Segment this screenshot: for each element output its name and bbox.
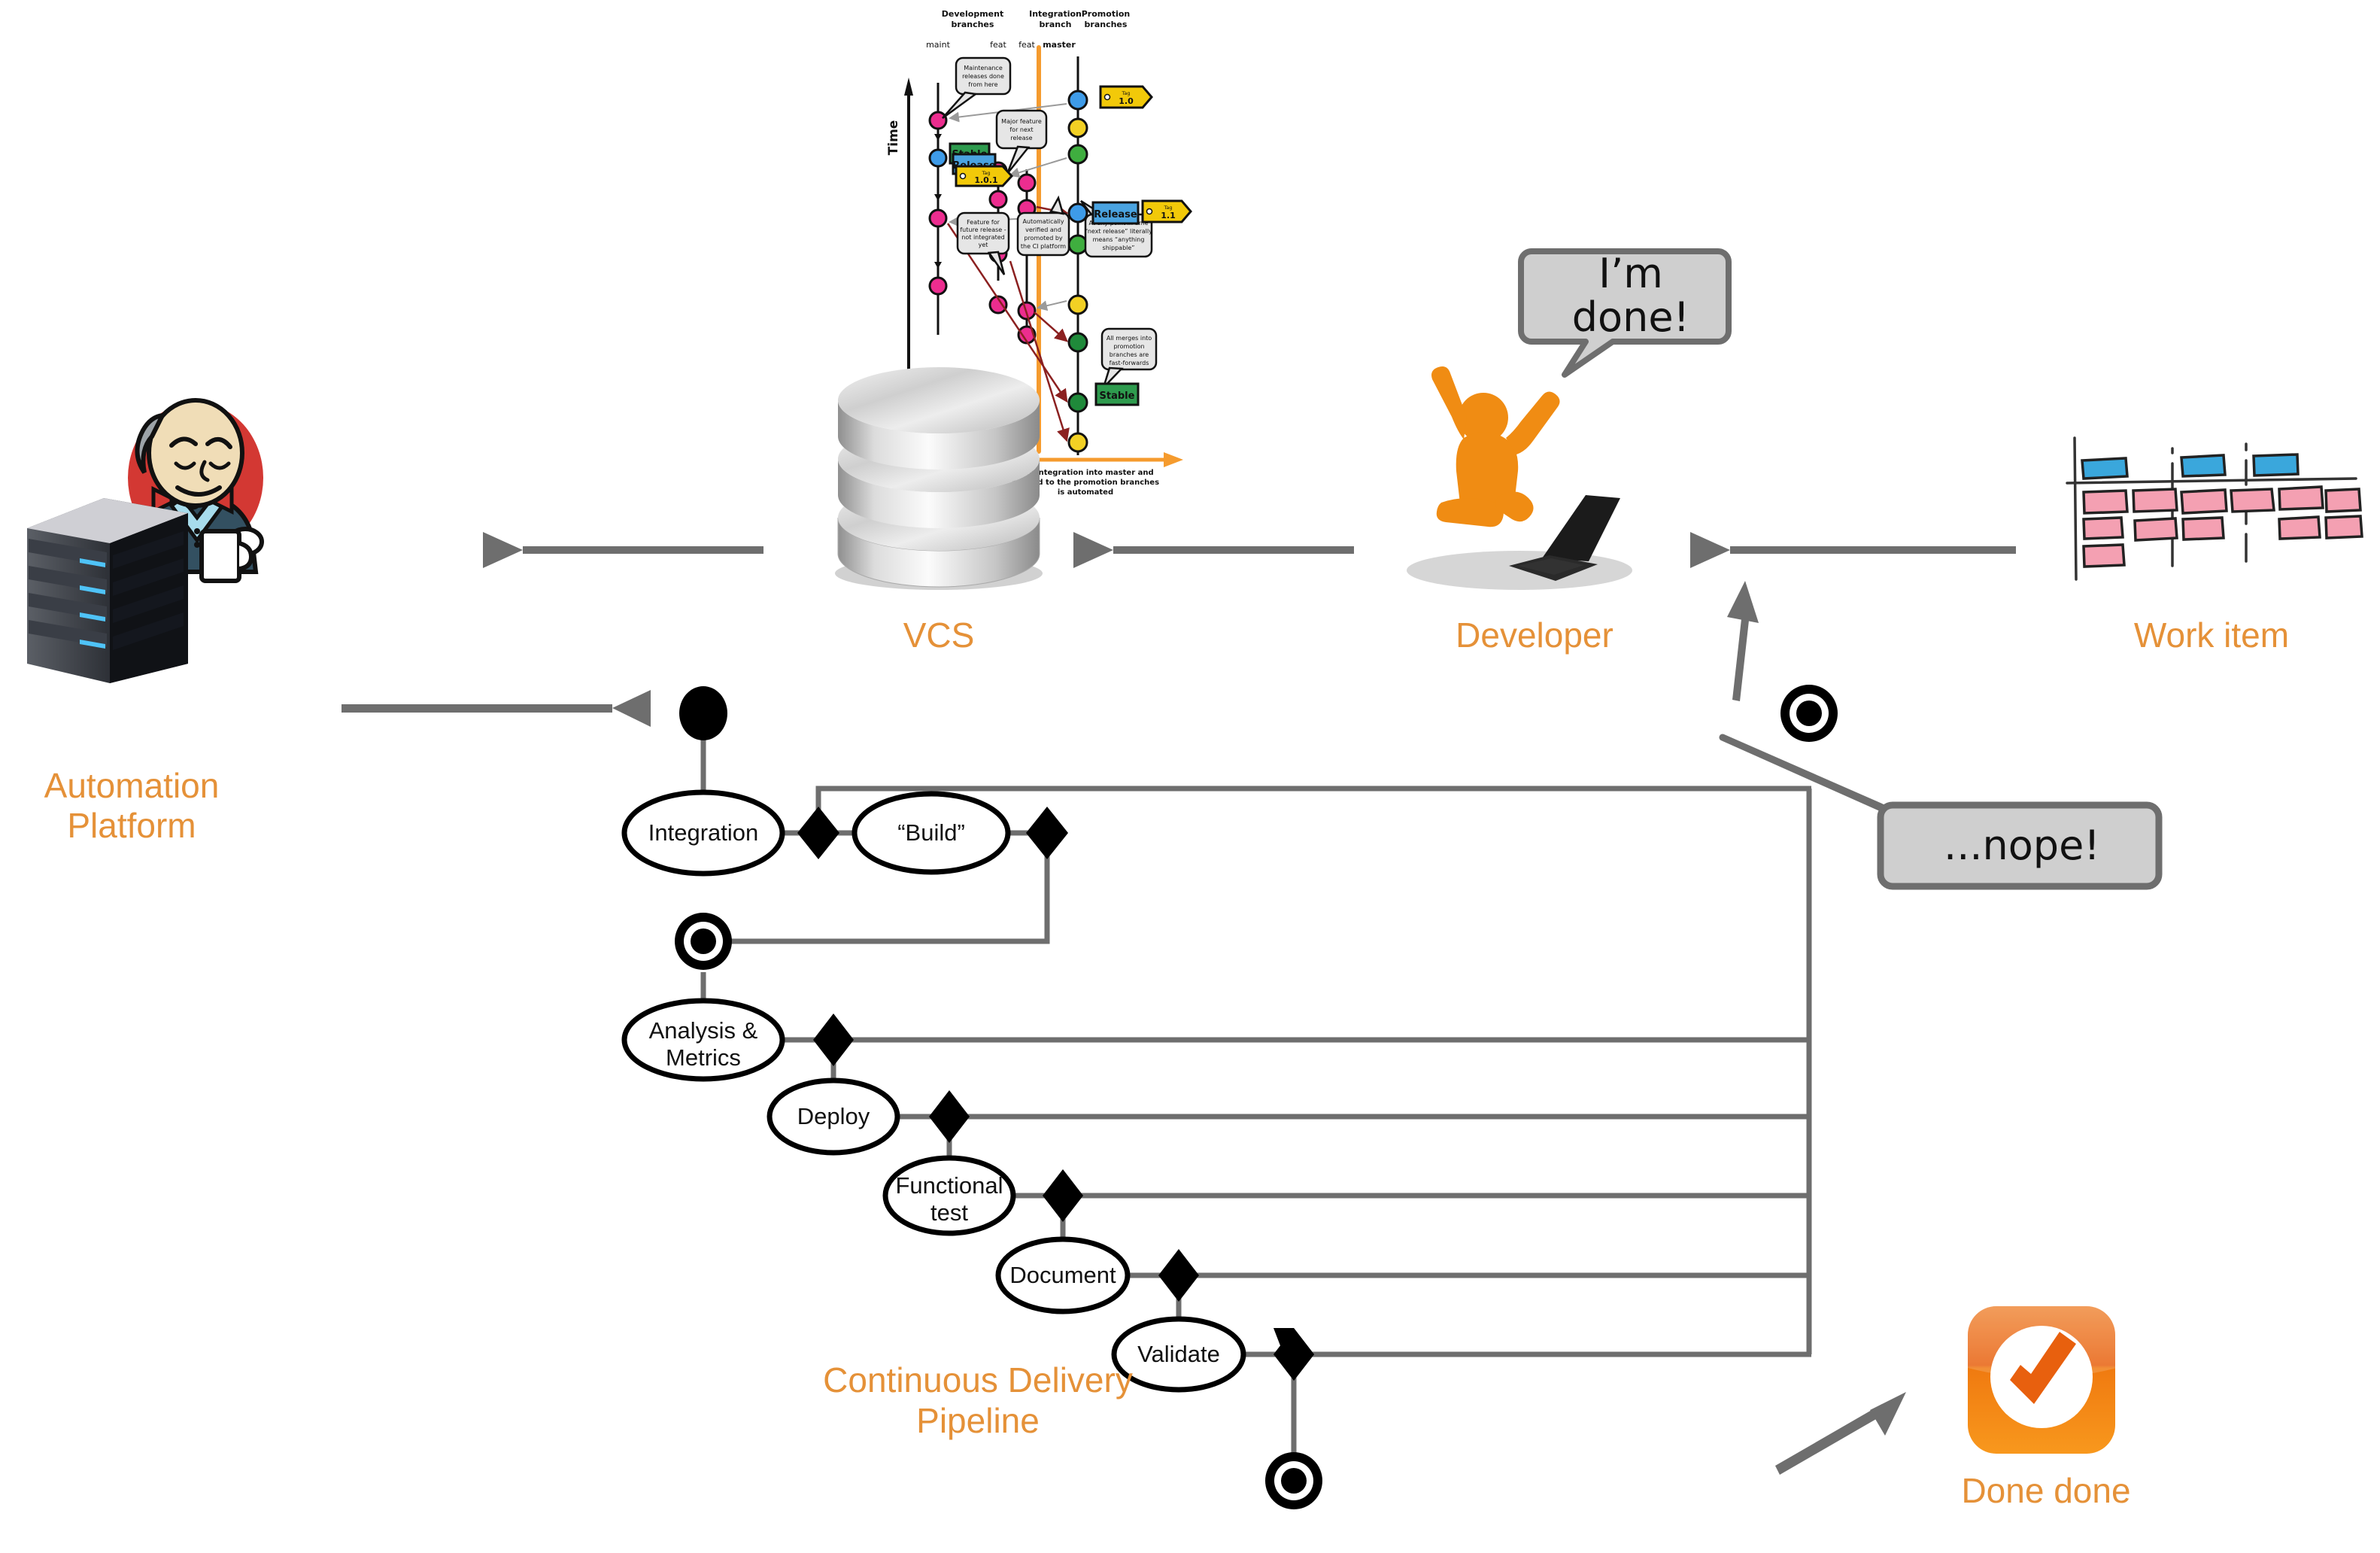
svg-text:maint: maint bbox=[926, 40, 950, 50]
callout-maintenance: Maintenance releases done from here bbox=[942, 56, 1012, 120]
svg-text:feat: feat bbox=[1018, 40, 1035, 50]
svg-text:All merges into: All merges into bbox=[1107, 335, 1152, 342]
svg-text:Feature for: Feature for bbox=[967, 219, 1000, 226]
arrow-vcs-to-automation bbox=[483, 532, 763, 568]
svg-text:Promotion: Promotion bbox=[1082, 9, 1130, 19]
svg-text:test: test bbox=[930, 1199, 968, 1226]
svg-text:from here: from here bbox=[968, 81, 997, 88]
nope-bubble-text: ...nope! bbox=[1944, 822, 2100, 869]
callout-fast-forward: All merges into promotion branches are f… bbox=[1100, 327, 1158, 388]
stage-label: Document bbox=[1009, 1262, 1116, 1288]
pipeline-caption: Continuous Delivery Pipeline bbox=[767, 1321, 1188, 1441]
svg-text:branches: branches bbox=[1085, 20, 1128, 29]
nope-bubble: ...nope! bbox=[1719, 722, 2174, 895]
bubble-line-1: I’m bbox=[1598, 250, 1663, 297]
svg-text:Analysis &: Analysis & bbox=[649, 1017, 758, 1044]
stage-build: “Build” bbox=[852, 791, 1011, 875]
svg-text:release: release bbox=[1010, 135, 1032, 141]
bubble-line-2: done! bbox=[1572, 293, 1689, 341]
svg-text:1.0: 1.0 bbox=[1119, 96, 1134, 106]
stage-functional-test: Functional test bbox=[882, 1155, 1016, 1236]
diagram-canvas: Time Development branches Integration br… bbox=[0, 0, 2380, 1553]
svg-text:“next release” literally: “next release” literally bbox=[1085, 228, 1152, 235]
svg-text:the CI platform: the CI platform bbox=[1021, 243, 1066, 250]
svg-text:is automated: is automated bbox=[1058, 488, 1113, 497]
pipeline-stages: Integration “Build” Analysis & Metrics D… bbox=[621, 789, 1246, 1393]
svg-text:releases done: releases done bbox=[962, 73, 1004, 80]
pipeline-initial-node bbox=[679, 686, 727, 740]
work-item-label: Work item bbox=[2133, 615, 2290, 655]
svg-text:Integration: Integration bbox=[1029, 9, 1082, 19]
svg-text:1.0.1: 1.0.1 bbox=[974, 175, 997, 185]
pipeline-caption-line1: Continuous Delivery Pipeline bbox=[823, 1360, 1133, 1440]
svg-text:branches are: branches are bbox=[1110, 351, 1149, 358]
svg-text:means “anything: means “anything bbox=[1093, 236, 1145, 243]
svg-text:branches: branches bbox=[952, 20, 994, 29]
stage-integration: Integration bbox=[621, 789, 785, 877]
stage-label: Deploy bbox=[797, 1103, 870, 1129]
automation-platform-icon bbox=[8, 372, 331, 688]
svg-text:Functional: Functional bbox=[895, 1172, 1003, 1199]
stage-label: Integration bbox=[648, 819, 759, 846]
tag-1-1: Tag 1.1 bbox=[1141, 199, 1192, 223]
svg-text:Major feature: Major feature bbox=[1001, 118, 1042, 125]
callout-future-feature: Feature for future release - not integra… bbox=[956, 211, 1010, 275]
server-rack-icon bbox=[27, 498, 188, 683]
svg-text:verified and: verified and bbox=[1025, 226, 1061, 233]
done-done-label: Done done bbox=[1961, 1471, 2131, 1510]
svg-text:shippable”: shippable” bbox=[1103, 245, 1135, 251]
svg-text:fast-forwards: fast-forwards bbox=[1110, 360, 1149, 366]
svg-text:1.1: 1.1 bbox=[1161, 211, 1176, 220]
svg-text:Automatically: Automatically bbox=[1022, 218, 1064, 225]
automation-platform-label: Automation Platform bbox=[44, 766, 220, 846]
badge-release-2: Release bbox=[1091, 201, 1140, 225]
stage-analysis-metrics: Analysis & Metrics bbox=[621, 998, 785, 1082]
svg-text:Maintenance: Maintenance bbox=[964, 65, 1003, 71]
svg-text:for next: for next bbox=[1009, 126, 1033, 133]
svg-text:Development: Development bbox=[942, 9, 1003, 19]
tag-1-0: Tag 1.0 bbox=[1099, 85, 1153, 109]
badge-stable-2: Stable bbox=[1094, 382, 1140, 406]
svg-text:Tag: Tag bbox=[1163, 205, 1172, 211]
developer-done-bubble: I’m done! bbox=[1518, 241, 1732, 391]
svg-text:master: master bbox=[1043, 40, 1076, 50]
svg-text:Metrics: Metrics bbox=[666, 1044, 741, 1071]
svg-text:Time: Time bbox=[886, 120, 901, 156]
svg-text:feat: feat bbox=[990, 40, 1006, 50]
work-item-kanban-icon bbox=[2061, 429, 2363, 609]
svg-text:Tag: Tag bbox=[1121, 90, 1130, 96]
tag-1-0-1: Tag 1.0.1 bbox=[955, 165, 1014, 187]
stage-deploy: Deploy bbox=[767, 1077, 900, 1156]
build-fail-end-node bbox=[675, 913, 732, 970]
done-done-icon bbox=[1963, 1302, 2121, 1460]
svg-text:not integrated: not integrated bbox=[961, 234, 1004, 241]
svg-text:Release: Release bbox=[1094, 209, 1137, 220]
stage-document: Document bbox=[995, 1236, 1131, 1314]
svg-text:promotion: promotion bbox=[1113, 343, 1144, 350]
svg-text:branch: branch bbox=[1040, 20, 1072, 29]
success-end-node bbox=[1265, 1452, 1322, 1509]
arrow-developer-to-vcs bbox=[1073, 532, 1354, 568]
svg-text:Stable: Stable bbox=[1100, 391, 1135, 402]
svg-text:yet: yet bbox=[979, 242, 988, 248]
stage-label: “Build” bbox=[897, 819, 965, 846]
svg-text:future release -: future release - bbox=[960, 226, 1006, 233]
svg-text:promoted by: promoted by bbox=[1024, 235, 1063, 242]
